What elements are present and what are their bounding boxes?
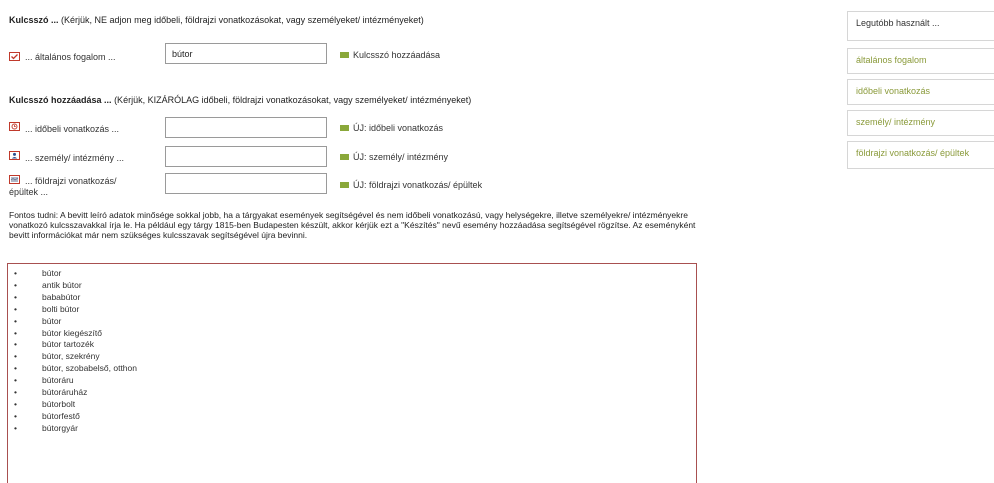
list-item[interactable]: bútorbolt <box>14 399 696 411</box>
list-item[interactable]: bútor <box>14 268 696 280</box>
add-keyword-label: Kulcsszó hozzáadása <box>353 50 441 60</box>
general-concept-input[interactable] <box>165 43 327 64</box>
recent-item-geographic[interactable]: földrajzi vonatkozás/ épültek <box>847 141 994 169</box>
new-person-institution-button[interactable]: ÚJ: személy/ intézmény <box>340 152 448 162</box>
new-time-reference-button[interactable]: ÚJ: időbeli vonatkozás <box>340 123 443 133</box>
list-item[interactable]: bababútor <box>14 292 696 304</box>
time-reference-label: ... időbeli vonatkozás ... <box>25 124 120 134</box>
add-square-icon <box>340 125 349 131</box>
keyword-hint: (Kérjük, NE adjon meg időbeli, földrajzi… <box>61 15 424 25</box>
add-keyword-hint: (Kérjük, KIZÁRÓLAG időbeli, földrajzi vo… <box>114 95 472 105</box>
new-time-reference-label: ÚJ: időbeli vonatkozás <box>353 123 444 133</box>
checkbox-icon[interactable] <box>9 52 20 61</box>
person-icon[interactable] <box>9 151 20 160</box>
person-institution-label: ... személy/ intézmény ... <box>25 153 125 163</box>
geographic-label-line1: ... földrajzi vonatkozás/ <box>25 176 117 186</box>
new-geographic-button[interactable]: ÚJ: földrajzi vonatkozás/ épültek <box>340 180 482 190</box>
general-concept-label: ... általános fogalom ... <box>25 52 116 62</box>
geographic-label-line2: épültek ... <box>9 187 49 197</box>
person-institution-input[interactable] <box>165 146 327 167</box>
list-item[interactable]: bútor <box>14 316 696 328</box>
list-item[interactable]: bútorfestő <box>14 411 696 423</box>
add-keyword-heading: Kulcsszó hozzáadása ... (Kérjük, KIZÁRÓL… <box>9 95 471 105</box>
map-icon[interactable] <box>9 175 20 184</box>
suggestion-list[interactable]: bútor antik bútor bababútor bolti bútor … <box>7 263 697 483</box>
add-keyword-button[interactable]: Kulcsszó hozzáadása <box>340 50 440 60</box>
list-item[interactable]: bútor kiegészítő <box>14 328 696 340</box>
list-item[interactable]: bútor tartozék <box>14 339 696 351</box>
recently-used-title: Legutóbb használt ... <box>847 11 994 41</box>
list-item[interactable]: bútor, szekrény <box>14 351 696 363</box>
list-item[interactable]: bútorgyár <box>14 423 696 435</box>
add-square-icon <box>340 52 349 58</box>
clock-icon[interactable] <box>9 122 20 131</box>
add-keyword-title: Kulcsszó hozzáadása ... <box>9 95 112 105</box>
keyword-heading: Kulcsszó ... (Kérjük, NE adjon meg időbe… <box>9 15 424 25</box>
important-note: Fontos tudni: A bevitt leíró adatok minő… <box>9 210 696 240</box>
list-item[interactable]: antik bútor <box>14 280 696 292</box>
list-item[interactable]: bútoráru <box>14 375 696 387</box>
time-reference-input[interactable] <box>165 117 327 138</box>
geographic-input[interactable] <box>165 173 327 194</box>
list-item[interactable]: bútoráruház <box>14 387 696 399</box>
recent-item-person[interactable]: személy/ intézmény <box>847 110 994 136</box>
recent-item-time[interactable]: időbeli vonatkozás <box>847 79 994 105</box>
new-person-institution-label: ÚJ: személy/ intézmény <box>353 152 449 162</box>
add-square-icon <box>340 182 349 188</box>
keyword-title: Kulcsszó ... <box>9 15 59 25</box>
new-geographic-label: ÚJ: földrajzi vonatkozás/ épültek <box>353 180 483 190</box>
list-item[interactable]: bútor, szobabelső, otthon <box>14 363 696 375</box>
list-item[interactable]: bolti bútor <box>14 304 696 316</box>
recent-item-general[interactable]: általános fogalom <box>847 48 994 74</box>
add-square-icon <box>340 154 349 160</box>
